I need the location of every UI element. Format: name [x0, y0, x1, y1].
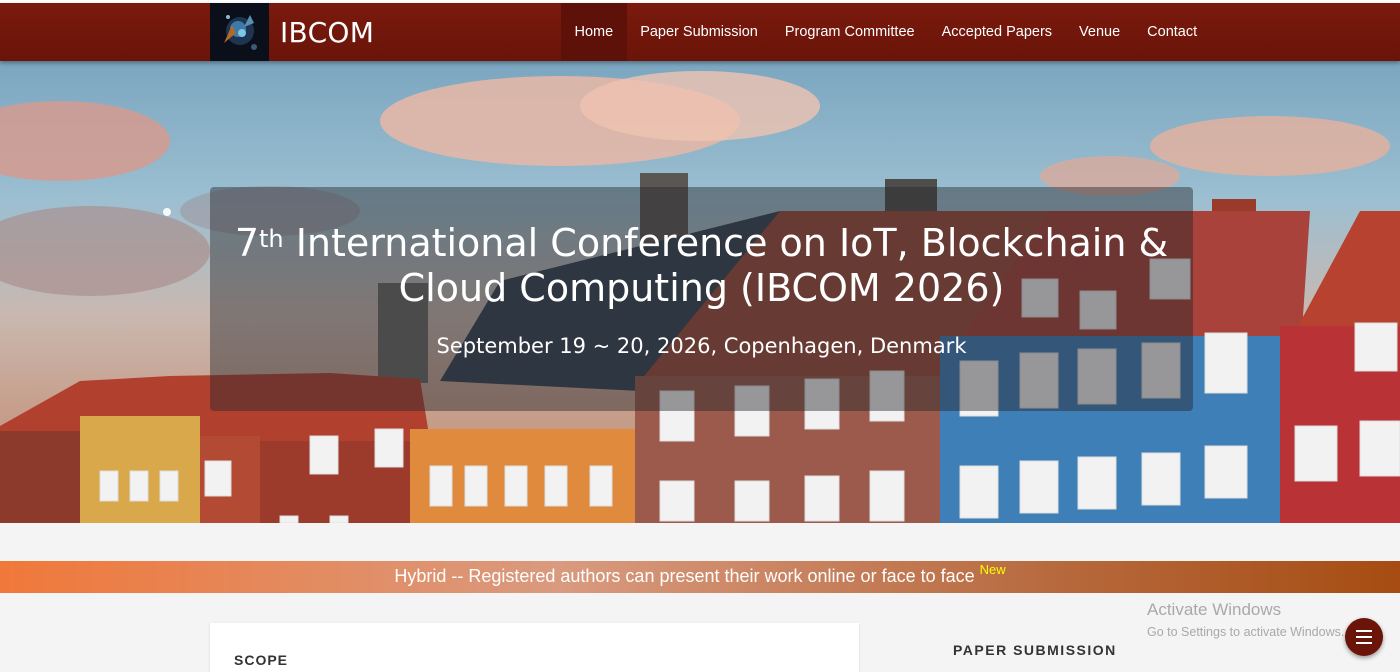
announcement-banner: Hybrid -- Registered authors can present…: [0, 561, 1400, 593]
nav-contact[interactable]: Contact: [1134, 3, 1211, 61]
hero-section: 7th International Conference on IoT, Blo…: [0, 61, 1400, 523]
nav-program-committee[interactable]: Program Committee: [771, 3, 928, 61]
hamburger-icon-mid: [1356, 636, 1372, 638]
banner-message: Hybrid -- Registered authors can present…: [394, 566, 980, 586]
title-line1: International Conference on IoT, Blockch…: [283, 221, 1169, 265]
conference-logo[interactable]: [210, 3, 269, 61]
nav-paper-submission[interactable]: Paper Submission: [627, 3, 772, 61]
site-brand[interactable]: IBCOM: [280, 16, 374, 49]
title-ordinal-suffix: th: [259, 225, 284, 253]
new-badge: New: [979, 562, 1006, 577]
conference-title: 7th International Conference on IoT, Blo…: [210, 221, 1193, 311]
title-ordinal-number: 7: [234, 221, 259, 265]
banner-text-wrap: Hybrid -- Registered authors can present…: [0, 562, 1400, 587]
navbar: IBCOM Home Paper Submission Program Comm…: [0, 3, 1400, 61]
nav-home[interactable]: Home: [561, 3, 627, 61]
activate-windows-hint: Go to Settings to activate Windows.: [1147, 625, 1345, 639]
paper-submission-heading: PAPER SUBMISSION: [953, 642, 1117, 658]
conference-date-location: September 19 ~ 20, 2026, Copenhagen, Den…: [436, 334, 967, 358]
scope-card: SCOPE: [210, 623, 859, 672]
scope-heading: SCOPE: [234, 652, 289, 668]
hamburger-icon: [1356, 630, 1372, 632]
hamburger-icon-bottom: [1356, 642, 1372, 644]
menu-fab-button[interactable]: [1345, 618, 1383, 656]
title-line2: Cloud Computing (IBCOM 2026): [398, 266, 1005, 310]
main-nav: Home Paper Submission Program Committee …: [561, 3, 1211, 61]
nav-venue[interactable]: Venue: [1066, 3, 1134, 61]
activate-windows-title: Activate Windows: [1147, 600, 1282, 619]
nav-accepted-papers[interactable]: Accepted Papers: [928, 3, 1065, 61]
